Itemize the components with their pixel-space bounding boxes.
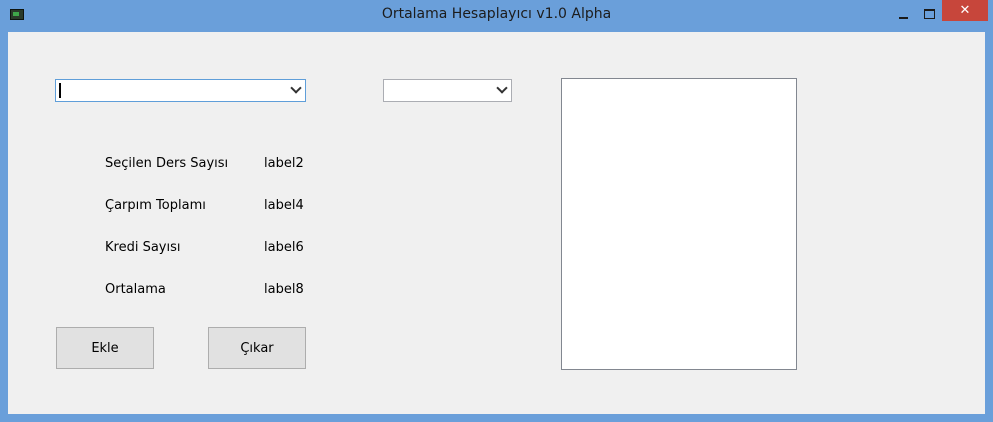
- text-caret: [59, 83, 61, 98]
- credit-count-caption: Kredi Sayısı: [105, 240, 181, 255]
- app-window: Ortalama Hesaplayıcı v1.0 Alpha ✕ Seçile…: [0, 0, 993, 422]
- chevron-down-icon[interactable]: [290, 82, 302, 94]
- add-button[interactable]: Ekle: [56, 327, 154, 369]
- chevron-down-icon[interactable]: [496, 82, 508, 94]
- window-title: Ortalama Hesaplayıcı v1.0 Alpha: [381, 6, 612, 22]
- form-client-area: Seçilen Ders Sayısı label2 Çarpım Toplam…: [8, 32, 985, 414]
- average-value: label8: [264, 282, 304, 297]
- maximize-button[interactable]: [916, 4, 942, 24]
- close-button[interactable]: ✕: [942, 0, 988, 21]
- credit-count-value: label6: [264, 240, 304, 255]
- close-icon: ✕: [959, 3, 971, 18]
- average-caption: Ortalama: [105, 282, 166, 297]
- remove-button[interactable]: Çıkar: [208, 327, 306, 369]
- course-listbox[interactable]: [561, 78, 797, 370]
- maximize-icon: [923, 9, 935, 19]
- grade-combobox[interactable]: [383, 79, 512, 102]
- product-sum-value: label4: [264, 198, 304, 213]
- selected-course-count-caption: Seçilen Ders Sayısı: [105, 156, 229, 171]
- minimize-icon: [898, 17, 908, 19]
- product-sum-caption: Çarpım Toplamı: [105, 198, 206, 213]
- title-bar[interactable]: Ortalama Hesaplayıcı v1.0 Alpha ✕: [0, 0, 993, 32]
- minimize-button[interactable]: [890, 4, 916, 24]
- selected-course-count-value: label2: [264, 156, 304, 171]
- course-combobox[interactable]: [55, 79, 306, 102]
